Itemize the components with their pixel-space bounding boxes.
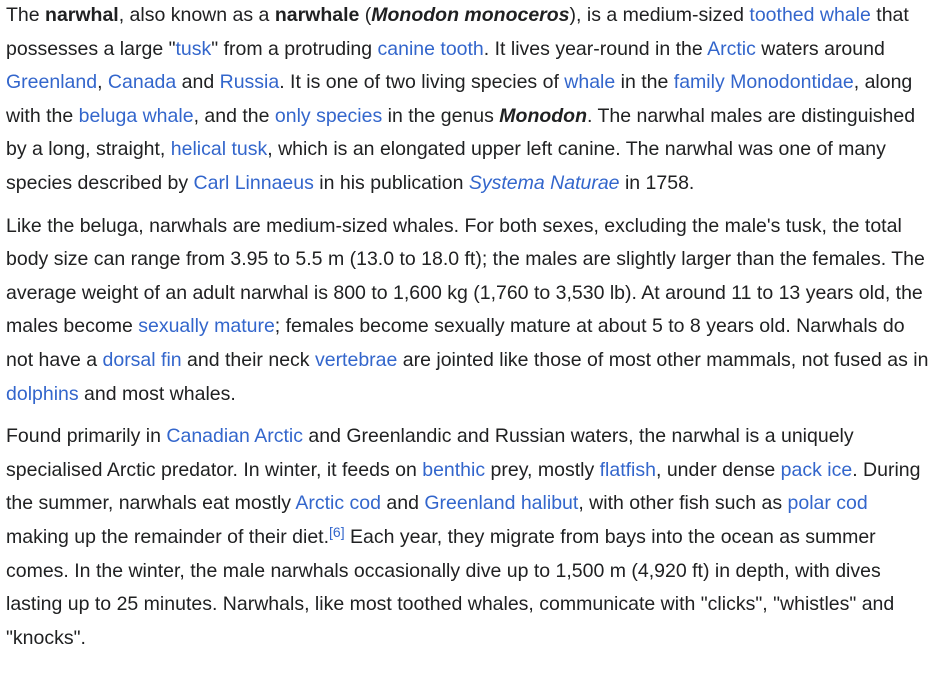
text-run: , also known as a [118,4,275,26]
link-canine-tooth[interactable]: canine tooth [378,38,484,60]
text-run: prey, mostly [485,458,600,481]
link-helical-tusk[interactable]: helical tusk [171,138,267,160]
link-dorsal-fin[interactable]: dorsal fin [103,349,182,371]
text-run: making up the remainder of their diet. [6,525,330,548]
article-paragraph: The narwhal, also known as a narwhale (M… [6,0,931,201]
text-run: ( [359,4,372,26]
text-run: waters around [755,37,885,60]
text-run: , under dense [655,458,781,481]
text-run: and [176,71,220,94]
bold-text: narwhale [274,4,360,26]
text-run: and most whales. [78,382,236,405]
link-systema-naturae[interactable]: Systema Naturae [469,172,620,194]
citation-link[interactable]: [6] [329,523,345,548]
text-run: " from a protruding [211,37,378,60]
text-run: . It is one of two living species of [279,71,565,94]
link-whale[interactable]: whale [564,71,615,93]
bold-italic-text: Monodon monoceros [371,4,570,26]
text-run: in his publication [313,171,469,194]
link-toothed-whale[interactable]: toothed whale [749,4,870,26]
text-run: , [97,71,108,94]
article-body: The narwhal, also known as a narwhale (M… [0,0,937,655]
link-benthic[interactable]: benthic [422,459,485,481]
bold-text: Monodon [499,105,587,127]
link-russia[interactable]: Russia [220,71,280,93]
link-canada[interactable]: Canada [108,71,176,93]
link-greenland[interactable]: Greenland [6,71,97,93]
article-paragraph: Like the beluga, narwhals are medium-siz… [6,210,931,412]
link-family[interactable]: family [674,71,725,93]
article-paragraph: Found primarily in Canadian Arctic and G… [6,420,931,655]
link-tusk[interactable]: tusk [176,38,212,60]
link-dolphins[interactable]: dolphins [6,383,79,405]
text-run: in 1758. [619,171,695,194]
bold-text: narwhal [45,4,119,26]
link-canadian-arctic[interactable]: Canadian Arctic [166,425,303,447]
link-sexually-mature[interactable]: sexually mature [138,315,275,337]
text-run: and their neck [181,348,315,371]
link-pack-ice[interactable]: pack ice [781,459,853,481]
citation-superscript: [6] [329,523,345,540]
link-beluga-whale[interactable]: beluga whale [79,105,194,127]
bold-text: Monodon monoceros [371,4,569,26]
link-carl-linnaeus[interactable]: Carl Linnaeus [194,172,314,194]
text-run: The [6,4,46,26]
link-polar-cod[interactable]: polar cod [788,492,868,514]
text-run: Found primarily in [6,425,167,448]
text-run: are jointed like those of most other mam… [397,348,929,371]
link-vertebrae[interactable]: vertebrae [315,349,397,371]
link-arctic[interactable]: Arctic [707,38,756,60]
text-run: ), is a medium-sized [569,4,750,26]
link-arctic-cod[interactable]: Arctic cod [295,492,381,514]
link-monodontidae[interactable]: Monodontidae [730,71,854,93]
text-run: , with other fish such as [578,492,788,515]
text-run: in the genus [382,104,500,127]
link-only-species[interactable]: only species [275,105,382,127]
text-run: . It lives year-round in the [483,37,708,60]
text-run: and [380,492,425,515]
link-flatfish[interactable]: flatfish [600,459,656,481]
italic-link-text: Systema Naturae [468,171,620,194]
link-greenland-halibut[interactable]: Greenland halibut [424,492,578,514]
text-run: in the [615,71,674,94]
bold-italic-text: Monodon [499,104,588,127]
text-run: , and the [193,104,275,127]
